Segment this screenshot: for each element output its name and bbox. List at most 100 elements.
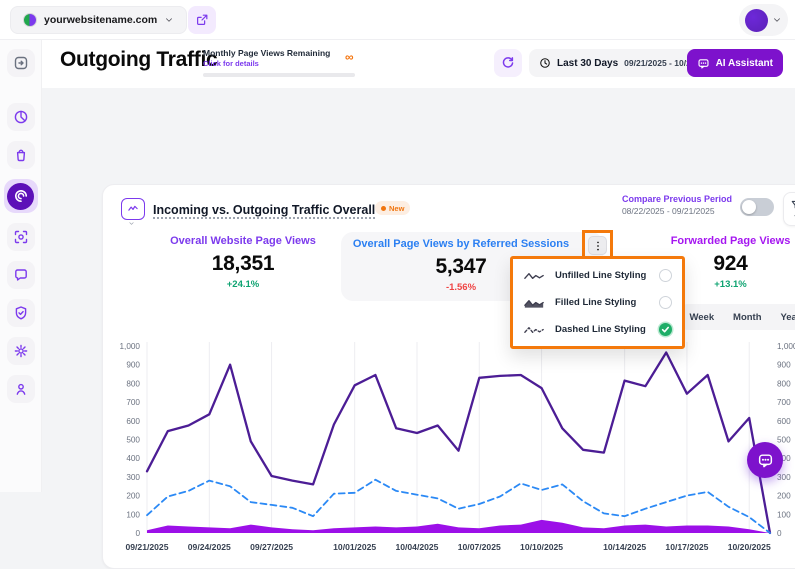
gear-icon: [13, 343, 29, 359]
x-tick-label: 10/17/2025: [665, 542, 708, 552]
y-tick-label: 300: [126, 473, 140, 482]
compare-toggle[interactable]: [740, 198, 774, 216]
sidebar-item-visitors[interactable]: [7, 375, 35, 403]
sidebar-item-outgoing-traffic[interactable]: [4, 179, 38, 213]
shopping-bag-icon: [13, 147, 29, 163]
compare-label: Compare Previous Period: [622, 194, 732, 204]
panel-toggle-icon: [13, 55, 29, 71]
series-line-overall: [147, 353, 770, 534]
ai-assistant-button[interactable]: AI Assistant: [687, 49, 783, 77]
new-badge: New: [375, 201, 410, 215]
site-name: yourwebsitename.com: [44, 14, 157, 26]
account-menu[interactable]: [739, 4, 788, 36]
main-content: Incoming vs. Outgoing Traffic Overall Ne…: [42, 88, 795, 492]
site-selector[interactable]: yourwebsitename.com: [10, 6, 187, 34]
tab-month[interactable]: Month: [733, 312, 762, 323]
tab-week[interactable]: Week: [689, 312, 714, 323]
x-tick-label: 10/01/2025: [333, 542, 376, 552]
y-tick-label: 1,000: [777, 342, 795, 351]
chevron-down-icon: [164, 15, 174, 25]
traffic-overview-card: Incoming vs. Outgoing Traffic Overall Ne…: [102, 184, 795, 569]
chevron-down-icon[interactable]: [128, 220, 135, 227]
y-tick-label: 700: [777, 398, 791, 407]
avatar: [745, 9, 768, 32]
metric-label: Overall Website Page Views: [133, 235, 353, 247]
y-tick-label: 700: [126, 398, 140, 407]
sidebar-item-toggle-sidebar[interactable]: [7, 49, 35, 77]
x-tick-label: 10/04/2025: [395, 542, 438, 552]
radio-icon[interactable]: [659, 269, 672, 282]
y-tick-label: 200: [126, 492, 140, 501]
pie-chart-icon: [13, 109, 29, 125]
refresh-icon: [501, 56, 515, 70]
location-person-icon: [13, 381, 29, 397]
monthly-progress-bar: [203, 73, 355, 77]
card-title[interactable]: Incoming vs. Outgoing Traffic Overall: [153, 203, 375, 217]
x-tick-label: 09/24/2025: [188, 542, 231, 552]
y-tick-label: 500: [777, 436, 791, 445]
y-tick-label: 300: [777, 473, 791, 482]
sidebar-item-messages[interactable]: [7, 261, 35, 289]
y-tick-label: 500: [126, 436, 140, 445]
y-tick-label: 400: [126, 454, 140, 463]
sidebar-item-settings[interactable]: [7, 337, 35, 365]
period-tabs: Week Month Year: [680, 304, 795, 330]
sidebar-item-products[interactable]: [7, 141, 35, 169]
date-range-label: Last 30 Days: [557, 58, 618, 69]
metric-value: 18,351: [133, 252, 353, 276]
y-tick-label: 200: [777, 492, 791, 501]
sidebar-item-tracking[interactable]: [7, 223, 35, 251]
toggle-knob: [742, 200, 756, 214]
y-tick-label: 900: [777, 361, 791, 370]
chat-bubble-icon: [13, 267, 29, 283]
support-chat-button[interactable]: [747, 442, 783, 478]
menu-item-unfilled-line-styling[interactable]: Unfilled Line Styling: [513, 262, 682, 289]
menu-item-filled-line-styling[interactable]: Filled Line Styling: [513, 289, 682, 316]
metric-delta: +24.1%: [133, 279, 353, 290]
sidebar-item-analytics[interactable]: [7, 103, 35, 131]
line-style-menu-button[interactable]: [588, 236, 607, 255]
radio-checked-icon[interactable]: [659, 323, 672, 336]
x-tick-label: 10/07/2025: [458, 542, 501, 552]
refresh-button[interactable]: [494, 49, 522, 77]
x-tick-label: 10/10/2025: [520, 542, 563, 552]
wave-filled-icon: [523, 297, 547, 309]
shield-check-icon: [13, 305, 29, 321]
compare-previous-period: Compare Previous Period 08/22/2025 - 09/…: [622, 194, 732, 216]
y-tick-label: 800: [126, 379, 140, 388]
open-site-button[interactable]: [188, 6, 216, 34]
series-area-forwarded: [147, 520, 770, 533]
filter-button[interactable]: [783, 192, 795, 226]
kebab-icon: [592, 240, 604, 252]
funnel-icon: [790, 199, 795, 212]
x-tick-label: 09/27/2025: [250, 542, 293, 552]
tab-year[interactable]: Year: [780, 312, 795, 323]
external-link-icon: [195, 13, 209, 27]
x-tick-label: 10/20/2025: [728, 542, 771, 552]
metric-label: Forwarded Page Views: [648, 235, 795, 247]
y-tick-label: 600: [126, 417, 140, 426]
traffic-line-chart[interactable]: 09/21/2025 09/24/2025 09/27/2025 10/01/2025…: [107, 335, 795, 563]
series-line-referred: [147, 480, 770, 533]
monthly-title: Monthly Page Views Remaining: [203, 48, 363, 58]
chart-svg: 09/21/2025 09/24/2025 09/27/2025 10/01/2025…: [107, 335, 795, 563]
ai-assistant-label: AI Assistant: [716, 58, 773, 69]
menu-item-label: Unfilled Line Styling: [555, 270, 651, 281]
chat-icon: [697, 57, 710, 70]
menu-item-dashed-line-styling[interactable]: Dashed Line Styling: [513, 316, 682, 343]
wave-unfilled-icon: [523, 270, 547, 282]
radio-icon[interactable]: [659, 296, 672, 309]
x-tick-label: 09/21/2025: [125, 542, 168, 552]
chevron-down-icon: [772, 15, 782, 25]
badge-dot: [381, 206, 386, 211]
metric-label: Overall Page Views by Referred Sessions: [341, 238, 581, 250]
y-tick-label: 600: [777, 417, 791, 426]
metric-overall-website-page-views[interactable]: Overall Website Page Views 18,351 +24.1%: [133, 235, 353, 290]
click-for-details-link[interactable]: Click for details: [203, 59, 363, 68]
monthly-page-views-remaining: Monthly Page Views Remaining Click for d…: [203, 48, 363, 77]
sidebar-item-security[interactable]: [7, 299, 35, 327]
outgoing-swirl-icon: [7, 183, 34, 210]
page-header: Outgoing Traffic Monthly Page Views Rema…: [42, 40, 795, 88]
menu-item-label: Filled Line Styling: [555, 297, 651, 308]
clock-icon: [539, 57, 551, 69]
